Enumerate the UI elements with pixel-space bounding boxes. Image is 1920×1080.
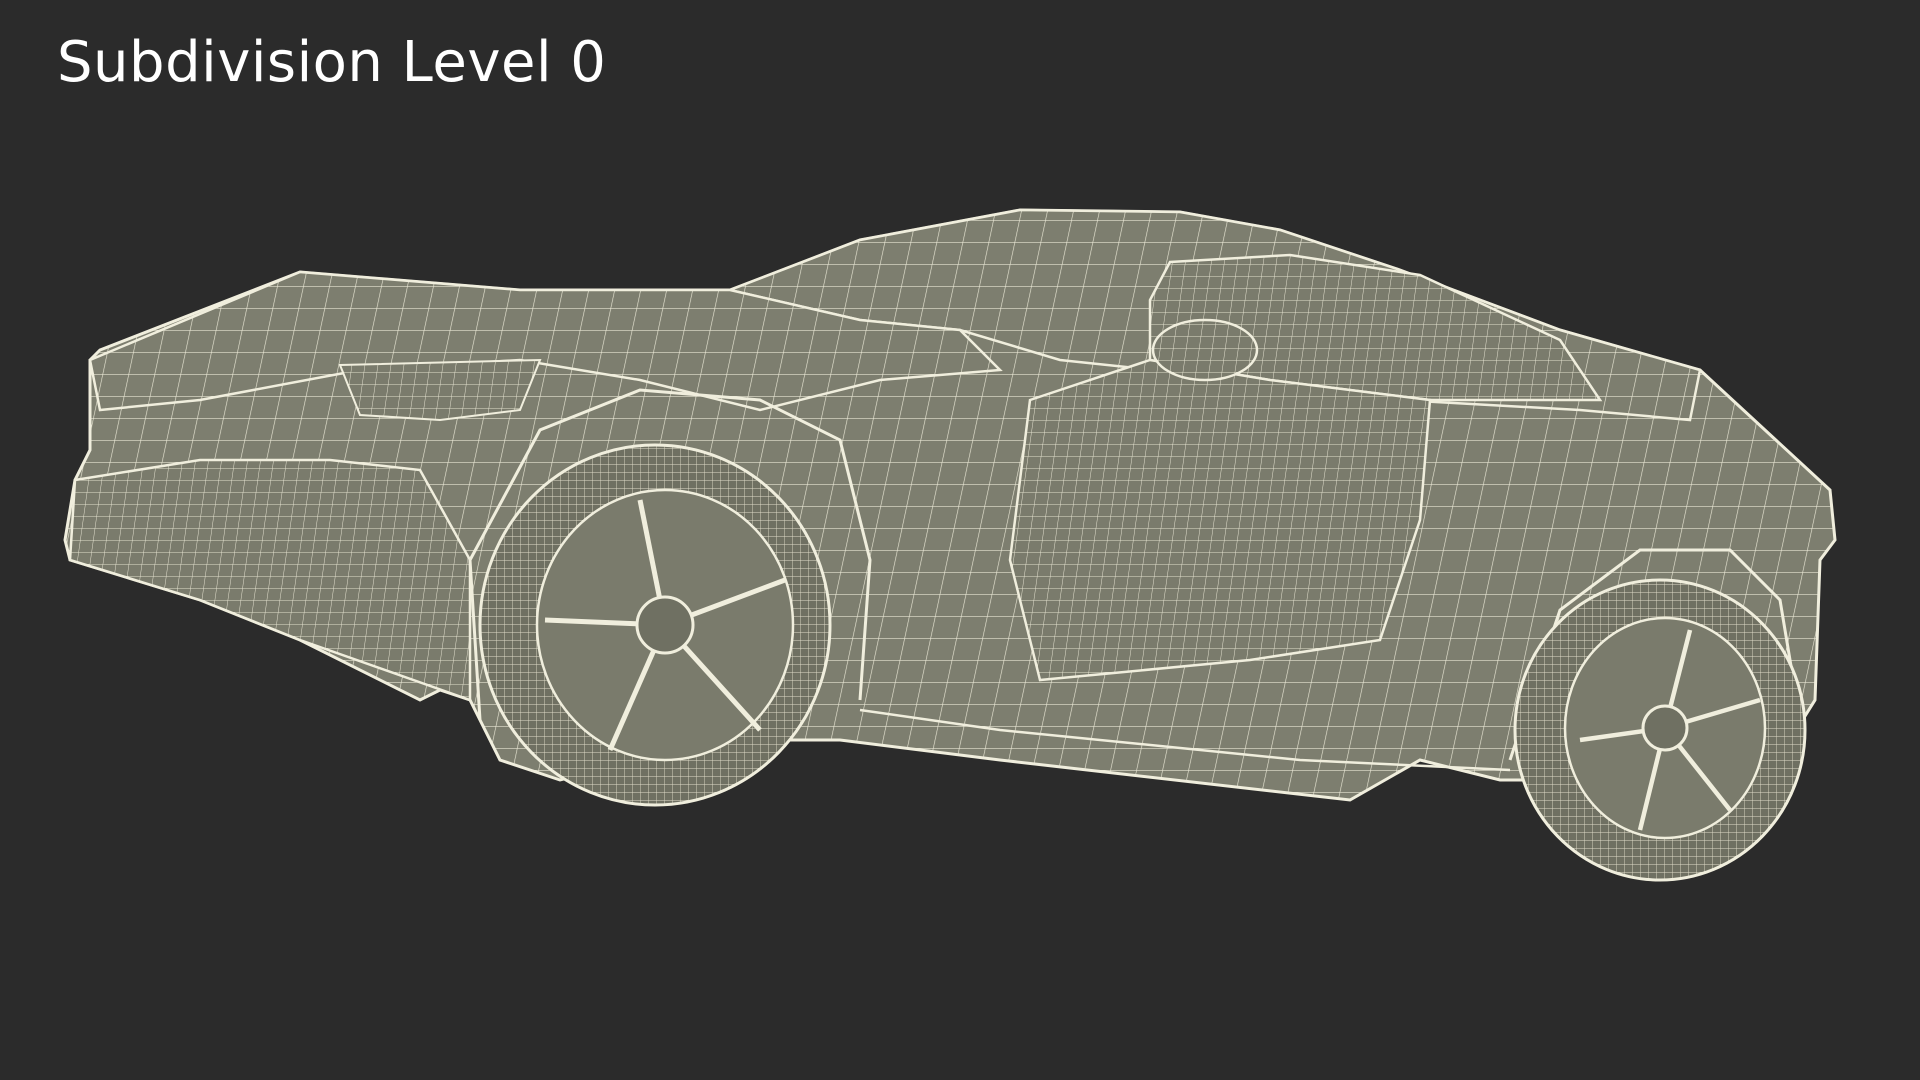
render-viewport: Subdivision Level 0	[0, 0, 1920, 1080]
door-panel	[1008, 358, 1432, 682]
rear-wheel	[1513, 578, 1807, 882]
front-wheel	[478, 443, 832, 807]
front-hub	[635, 595, 695, 655]
side-mirror	[1151, 318, 1259, 382]
headlight	[338, 358, 542, 422]
rear-hub	[1641, 704, 1689, 752]
subdivision-caption: Subdivision Level 0	[57, 30, 607, 95]
car-wireframe-render	[63, 208, 1837, 882]
